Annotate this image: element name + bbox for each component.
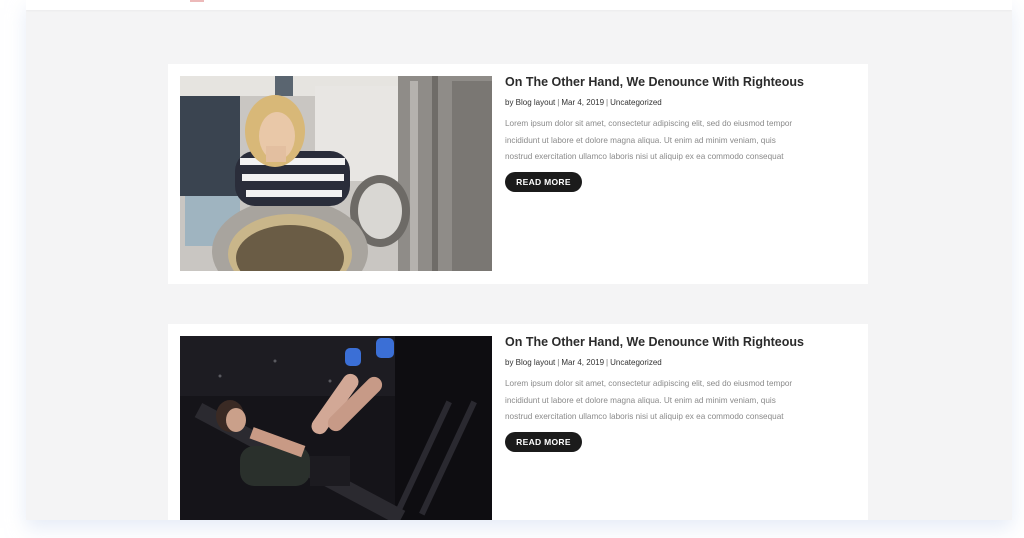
blog-page: On The Other Hand, We Denounce With Righ… (26, 0, 1012, 520)
post-category[interactable]: Uncategorized (610, 98, 662, 107)
post-date[interactable]: Mar 4, 2019 (561, 98, 604, 107)
post-meta: by Blog layout | Mar 4, 2019 | Uncategorized (505, 358, 662, 367)
post-thumbnail-gym[interactable] (180, 336, 492, 520)
laundromat-photo (180, 76, 492, 271)
read-more-button[interactable]: READ MORE (505, 172, 582, 192)
blog-post-card: On The Other Hand, We Denounce With Righ… (168, 64, 868, 284)
excerpt-line: incididunt ut labore et dolore magna ali… (505, 135, 776, 145)
header-bar (26, 0, 1012, 10)
post-thumbnail-laundromat[interactable] (180, 76, 492, 271)
post-author[interactable]: by Blog layout (505, 98, 555, 107)
read-more-button[interactable]: READ MORE (505, 432, 582, 452)
gym-leg-press-photo (180, 336, 492, 520)
post-author[interactable]: by Blog layout (505, 358, 555, 367)
post-excerpt: Lorem ipsum dolor sit amet, consectetur … (505, 376, 850, 426)
post-excerpt: Lorem ipsum dolor sit amet, consectetur … (505, 116, 850, 166)
post-meta: by Blog layout | Mar 4, 2019 | Uncategorized (505, 98, 662, 107)
excerpt-line: Lorem ipsum dolor sit amet, consectetur … (505, 119, 793, 128)
excerpt-line: nostrud exercitation ullamco laboris nis… (505, 412, 784, 421)
post-title[interactable]: On The Other Hand, We Denounce With Righ… (505, 75, 804, 89)
post-title[interactable]: On The Other Hand, We Denounce With Righ… (505, 335, 804, 349)
post-date[interactable]: Mar 4, 2019 (561, 358, 604, 367)
post-category[interactable]: Uncategorized (610, 358, 662, 367)
excerpt-line: Lorem ipsum dolor sit amet, consectetur … (505, 379, 793, 388)
excerpt-line: incididunt ut labore et dolore magna ali… (505, 395, 776, 405)
header-accent (190, 0, 204, 2)
excerpt-line: nostrud exercitation ullamco laboris nis… (505, 152, 784, 161)
blog-post-card: On The Other Hand, We Denounce With Righ… (168, 324, 868, 520)
